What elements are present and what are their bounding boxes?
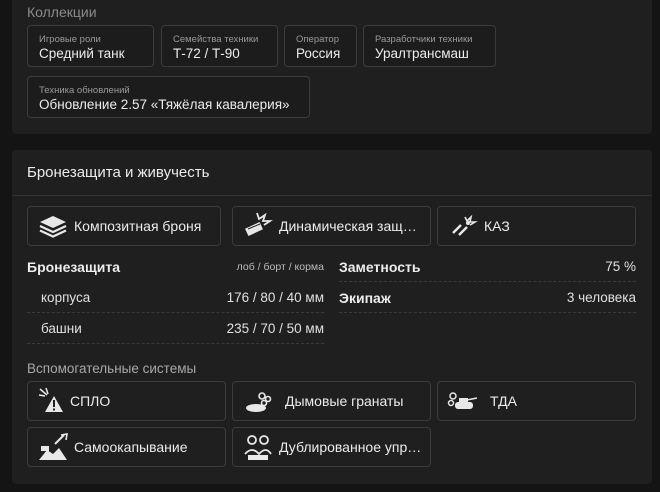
divider	[12, 195, 652, 196]
aux-label: Самоокапывание	[74, 439, 188, 455]
tag-operator[interactable]: Оператор Россия	[284, 25, 357, 67]
aux-smoke-grenades[interactable]: Дымовые гранаты	[232, 381, 431, 421]
aux-systems-title: Вспомогательные системы	[27, 361, 197, 376]
aux-dual-controls[interactable]: Дублированное упр…	[232, 427, 431, 467]
aux-label: СПЛО	[70, 393, 111, 409]
laser-warning-icon	[38, 387, 63, 412]
turret-value: 235 / 70 / 50 мм	[226, 321, 324, 336]
aux-label: ТДА	[490, 393, 517, 409]
aux-self-entrenching[interactable]: Самоокапывание	[27, 427, 226, 467]
feature-composite-armor[interactable]: Композитная броня	[27, 206, 221, 246]
protection-hint: лоб / борт / корма	[236, 261, 324, 273]
crew-label: Экипаж	[339, 290, 391, 306]
tag-update[interactable]: Техника обновлений Обновление 2.57 «Тяжё…	[27, 76, 310, 118]
smoke-grenades-icon	[246, 392, 272, 412]
armor-panel: Бронезащита и живучесть Композитная брон…	[12, 150, 652, 484]
aps-icon	[452, 214, 478, 236]
tag-caption: Игровые роли	[39, 34, 101, 45]
feature-aps[interactable]: КАЗ	[437, 206, 636, 246]
tag-vehicle-family[interactable]: Семейства техники Т-72 / Т-90	[161, 25, 278, 67]
visibility-value: 75 %	[605, 259, 636, 274]
aux-smoke-exhaust[interactable]: ТДА	[437, 381, 636, 421]
tag-caption: Семейства техники	[173, 34, 259, 45]
dual-controls-icon	[244, 435, 272, 460]
turret-label: башни	[41, 321, 82, 336]
tag-value: Обновление 2.57 «Тяжёлая кавалерия»	[39, 97, 290, 112]
crew-value: 3 человека	[566, 290, 636, 305]
aux-laser-warning[interactable]: СПЛО	[27, 381, 226, 421]
divider	[27, 312, 324, 313]
tag-caption: Разработчики техники	[375, 34, 473, 45]
aux-label: Дублированное упр…	[279, 439, 422, 455]
aux-label: Дымовые гранаты	[285, 393, 404, 409]
collections-panel: Коллекции Игровые роли Средний танк Семе…	[12, 0, 652, 134]
tag-value: Уралтрансмаш	[375, 46, 469, 61]
armor-title: Бронезащита и живучесть	[27, 164, 210, 181]
tag-caption: Техника обновлений	[39, 85, 130, 96]
tag-developer[interactable]: Разработчики техники Уралтрансмаш	[363, 25, 496, 67]
divider	[339, 312, 636, 313]
protection-label: Бронезащита	[27, 259, 121, 275]
collections-title: Коллекции	[27, 4, 97, 20]
reactive-armor-icon	[245, 212, 273, 237]
tag-caption: Оператор	[296, 34, 339, 45]
hull-label: корпуса	[41, 290, 91, 305]
divider	[27, 343, 324, 344]
feature-label: Композитная броня	[74, 218, 202, 234]
feature-reactive-armor[interactable]: Динамическая защ…	[232, 206, 431, 246]
smoke-exhaust-icon	[447, 392, 478, 409]
tag-value: Россия	[296, 46, 341, 61]
self-entrenching-icon	[39, 433, 68, 460]
tag-value: Средний танк	[39, 46, 125, 61]
tag-value: Т-72 / Т-90	[173, 46, 240, 61]
composite-armor-icon	[39, 216, 67, 238]
visibility-label: Заметность	[339, 259, 421, 275]
hull-value: 176 / 80 / 40 мм	[226, 290, 324, 305]
feature-label: КАЗ	[484, 218, 510, 234]
divider	[339, 281, 636, 282]
feature-label: Динамическая защ…	[279, 218, 417, 234]
tag-game-role[interactable]: Игровые роли Средний танк	[27, 25, 154, 67]
